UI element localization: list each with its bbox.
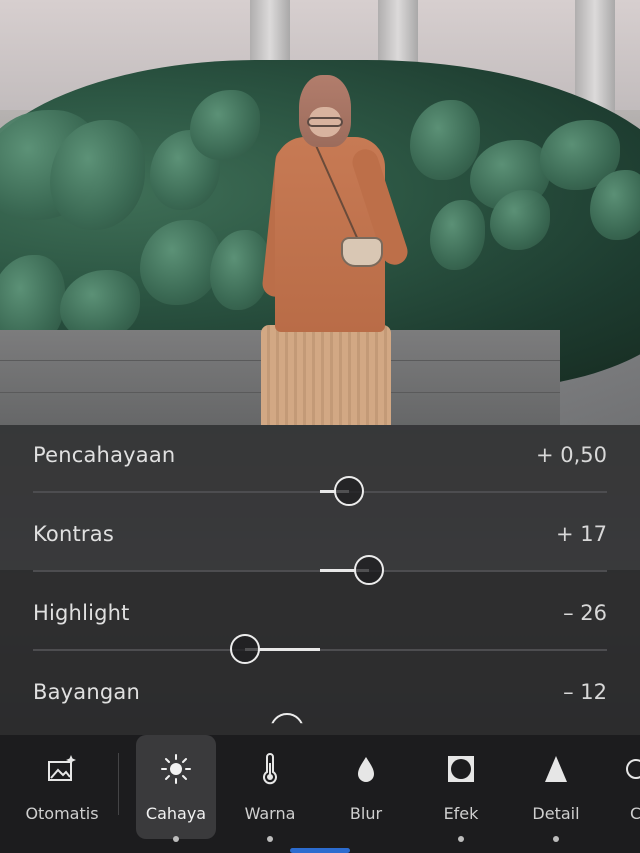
triangle-icon bbox=[545, 756, 567, 782]
exposure-slider-handle[interactable] bbox=[333, 476, 364, 506]
tool-warna[interactable]: Warna bbox=[230, 735, 310, 842]
highlight-row: Highlight – 26 bbox=[0, 583, 640, 664]
exposure-value[interactable]: + 0,50 bbox=[536, 443, 607, 467]
tool-efek-label: Efek bbox=[443, 804, 479, 823]
exposure-row: Pencahayaan + 0,50 bbox=[0, 425, 640, 506]
tool-blur[interactable]: Blur bbox=[326, 735, 406, 839]
contrast-slider[interactable] bbox=[33, 555, 607, 585]
tool-more[interactable]: C bbox=[612, 735, 640, 839]
sun-icon bbox=[161, 754, 191, 784]
light-adjustment-panel: Pencahayaan + 0,50 Kontras + 17 Highligh… bbox=[0, 425, 640, 735]
home-indicator bbox=[290, 848, 350, 853]
tool-blur-label: Blur bbox=[349, 804, 383, 823]
tool-detail-label: Detail bbox=[532, 804, 580, 823]
exposure-label: Pencahayaan bbox=[33, 443, 176, 467]
tool-more-label: C bbox=[630, 804, 640, 823]
shadows-row: Bayangan – 12 bbox=[0, 662, 640, 741]
tool-cahaya-label: Cahaya bbox=[145, 804, 207, 823]
thermometer-icon bbox=[263, 753, 277, 785]
drop-icon bbox=[358, 757, 374, 782]
edit-toolbar: Otomatis Cahaya Warna Blur Efek Detail C bbox=[0, 735, 640, 853]
contrast-value[interactable]: + 17 bbox=[556, 522, 607, 546]
auto-enhance-icon bbox=[48, 755, 76, 781]
tool-detail[interactable]: Detail bbox=[516, 735, 596, 842]
contrast-label: Kontras bbox=[33, 522, 114, 546]
highlight-label: Highlight bbox=[33, 601, 130, 625]
shadows-label: Bayangan bbox=[33, 680, 140, 704]
tool-efek[interactable]: Efek bbox=[421, 735, 501, 842]
tool-otomatis[interactable]: Otomatis bbox=[22, 735, 102, 839]
tool-cahaya[interactable]: Cahaya bbox=[136, 735, 216, 842]
tool-warna-label: Warna bbox=[244, 804, 296, 823]
edited-indicator bbox=[458, 836, 464, 842]
exposure-slider[interactable] bbox=[33, 476, 607, 506]
active-indicator bbox=[173, 836, 179, 842]
person bbox=[255, 75, 415, 425]
highlight-slider-handle[interactable] bbox=[230, 634, 261, 664]
optics-icon bbox=[626, 759, 640, 779]
contrast-slider-handle[interactable] bbox=[353, 555, 384, 585]
edited-indicator bbox=[553, 836, 559, 842]
highlight-value[interactable]: – 26 bbox=[563, 601, 607, 625]
highlight-slider[interactable] bbox=[33, 634, 607, 664]
tool-otomatis-label: Otomatis bbox=[25, 804, 99, 823]
contrast-row: Kontras + 17 bbox=[0, 504, 640, 585]
shadows-value[interactable]: – 12 bbox=[563, 680, 607, 704]
edited-indicator bbox=[267, 836, 273, 842]
toolbar-divider bbox=[118, 753, 119, 815]
vignette-icon bbox=[448, 756, 474, 782]
